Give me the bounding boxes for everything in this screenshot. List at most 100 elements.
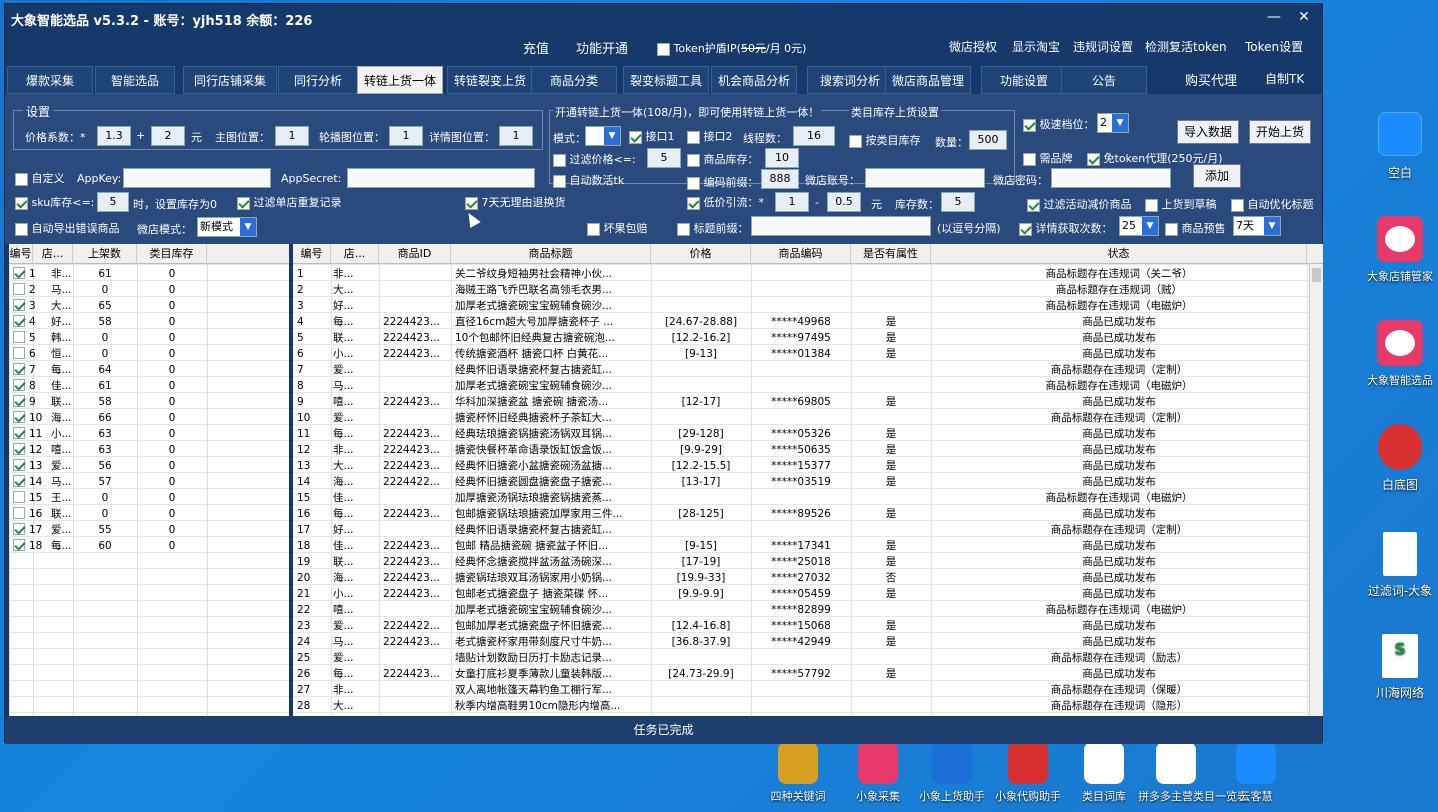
- carousel-input[interactable]: 1: [389, 126, 423, 146]
- main-img-input[interactable]: 1: [275, 126, 309, 146]
- taskbar-shortcut[interactable]: 类目词库: [1066, 742, 1142, 804]
- code-prefix-checkbox[interactable]: [687, 176, 700, 190]
- start-button[interactable]: 开始上货: [1249, 120, 1311, 144]
- table-row[interactable]: 2 大... 海贼王路飞乔巴联名高领毛衣男... 商品标题存在违规词（贼）: [293, 282, 1323, 298]
- table-row[interactable]: 21 小... 2224423... 包邮老式搪瓷盘子 搪瓷菜碟 怀... [9.9-9…: [293, 586, 1323, 602]
- row-checkbox[interactable]: [13, 379, 25, 391]
- tab-3[interactable]: 同行分析: [278, 66, 358, 94]
- table-row[interactable]: 23 爱... 2224422... 包邮加厚老式搪瓷盘子怀旧搪瓷... [12.4-1…: [293, 618, 1323, 634]
- table-row[interactable]: 22 嘻... 加厚老式搪瓷碗宝宝碗辅食碗沙... *****82899 商品标题存在违…: [293, 602, 1323, 618]
- sku-checkbox[interactable]: [15, 196, 28, 210]
- table-row[interactable]: 5 韩... 0 0: [9, 330, 289, 346]
- sku-option[interactable]: sku库存<=:: [15, 194, 94, 210]
- filter-price-input[interactable]: 5: [647, 148, 681, 168]
- token-shield-checkbox[interactable]: [657, 42, 670, 56]
- bad-fruit-checkbox[interactable]: [587, 222, 600, 236]
- table-row[interactable]: 12 嘻... 63 0: [9, 442, 289, 458]
- table-row[interactable]: 8 马... 加厚老式搪瓷碗宝宝碗辅食碗沙... 商品标题存在违规词（电磁炉）: [293, 378, 1323, 394]
- by-cat-option[interactable]: 按类目库存: [849, 132, 921, 148]
- tab-2[interactable]: 同行店铺采集: [183, 66, 277, 94]
- row-checkbox[interactable]: [13, 267, 25, 279]
- low-a-input[interactable]: 1: [775, 192, 809, 212]
- stock-option[interactable]: 商品库存：: [687, 151, 759, 167]
- table-row[interactable]: 3 大... 65 0: [9, 298, 289, 314]
- taskbar-shortcut[interactable]: 四种关键词: [760, 742, 836, 804]
- table-row[interactable]: 12 非... 2224423... 搪瓷快餐杯革命语录饭缸饭盒饭... [9.9-29…: [293, 442, 1323, 458]
- table-row[interactable]: 6 恒... 0 0: [9, 346, 289, 362]
- desktop-icon-elephant-store[interactable]: 大象店铺管家: [1362, 216, 1438, 284]
- row-checkbox[interactable]: [13, 523, 25, 535]
- table-row[interactable]: 8 佳... 61 0: [9, 378, 289, 394]
- table-row[interactable]: 10 海... 66 0: [9, 410, 289, 426]
- detail-input[interactable]: 1: [499, 126, 533, 146]
- low-price-option[interactable]: 低价引流：*: [687, 194, 764, 210]
- column-header[interactable]: 编号: [293, 244, 331, 264]
- column-header[interactable]: 店...: [33, 244, 73, 264]
- column-header[interactable]: 状态: [931, 244, 1307, 264]
- tab-6[interactable]: 商品分类: [531, 66, 617, 94]
- table-row[interactable]: 18 佳... 2224423... 包邮 精品搪瓷碗 搪瓷盆子怀旧... [9-15]…: [293, 538, 1323, 554]
- func-open-link[interactable]: 功能开通: [576, 38, 628, 57]
- table-row[interactable]: 17 好... 经典怀旧语录搪瓷杯复古搪瓷缸... 商品标题存在违规词（定制）: [293, 522, 1323, 538]
- table-row[interactable]: 17 爱... 55 0: [9, 522, 289, 538]
- tab-11[interactable]: 功能设置: [981, 66, 1067, 94]
- code-prefix-input[interactable]: 888: [761, 169, 799, 189]
- presale-option[interactable]: 商品预售: [1165, 220, 1226, 236]
- iface2-checkbox[interactable]: [687, 130, 700, 144]
- speed-checkbox[interactable]: [1023, 118, 1036, 132]
- row-checkbox[interactable]: [13, 427, 25, 439]
- import-button[interactable]: 导入数据: [1177, 120, 1239, 144]
- column-header[interactable]: 商品标题: [451, 244, 651, 264]
- show-taobao-link[interactable]: 显示淘宝: [1012, 38, 1060, 55]
- auto-opt-option[interactable]: 自动优化标题: [1231, 196, 1314, 212]
- column-header[interactable]: 商品编码: [751, 244, 851, 264]
- detail-times-select[interactable]: 25 ▼: [1119, 216, 1159, 236]
- taskbar-shortcut[interactable]: 拼多多主营类目一览表: [1138, 742, 1248, 804]
- desktop-icon-elephant-select[interactable]: 大象智能选品: [1362, 320, 1438, 388]
- table-row[interactable]: 10 爱... 搪瓷杯怀旧经典搪瓷杯子茶缸大... 商品标题存在违规词（定制）: [293, 410, 1323, 426]
- filter-promo-checkbox[interactable]: [1027, 198, 1040, 212]
- auto-export-checkbox[interactable]: [15, 222, 28, 236]
- column-header[interactable]: 上架数: [73, 244, 137, 264]
- store-mode-select[interactable]: 新模式 ▼: [197, 217, 257, 237]
- table-row[interactable]: 13 大... 2224423... 经典怀旧搪瓷小盆搪瓷碗汤盆搪... [12.2-1…: [293, 458, 1323, 474]
- to-draft-option[interactable]: 上货到草稿: [1145, 196, 1217, 212]
- add-button[interactable]: 添加: [1193, 164, 1241, 188]
- tab-7[interactable]: 裂变标题工具: [623, 66, 709, 94]
- tab-10[interactable]: 微店商品管理: [885, 66, 971, 94]
- seven-day-option[interactable]: 7天无理由退换货: [465, 194, 566, 210]
- row-checkbox[interactable]: [13, 395, 25, 407]
- taskbar-shortcut[interactable]: 小象代购助手: [990, 742, 1066, 804]
- iface2-option[interactable]: 接口2: [687, 128, 733, 144]
- desktop-icon-filter-words[interactable]: 过滤词-大象: [1364, 532, 1436, 599]
- tab-12[interactable]: 公告: [1061, 66, 1147, 94]
- mode-select[interactable]: ▼: [585, 126, 621, 146]
- free-token-checkbox[interactable]: [1087, 152, 1100, 166]
- table-row[interactable]: 15 王... 0 0: [9, 490, 289, 506]
- row-checkbox[interactable]: [13, 315, 25, 327]
- table-row[interactable]: 11 小... 63 0: [9, 426, 289, 442]
- column-header[interactable]: 商品ID: [379, 244, 451, 264]
- table-row[interactable]: 25 爱... 墙贴计划数励日历打卡励志记录... 商品标题存在违规词（励志）: [293, 650, 1323, 666]
- detail-times-checkbox[interactable]: [1019, 222, 1032, 236]
- table-row[interactable]: 13 爱... 56 0: [9, 458, 289, 474]
- row-checkbox[interactable]: [13, 331, 25, 343]
- close-button[interactable]: ✕: [1293, 6, 1315, 28]
- filter-price-option[interactable]: 过滤价格<=:: [553, 151, 636, 167]
- title-prefix-input[interactable]: [751, 216, 931, 236]
- presale-select[interactable]: 7天 ▼: [1233, 216, 1281, 236]
- table-row[interactable]: 18 每... 60 0: [9, 538, 289, 554]
- store-pwd-input[interactable]: [1051, 168, 1171, 188]
- column-header[interactable]: 是否有属性: [851, 244, 931, 264]
- table-row[interactable]: 20 海... 2224423... 搪瓷锅珐琅双耳汤锅家用小奶锅... [19.9-3…: [293, 570, 1323, 586]
- filter-promo-option[interactable]: 过滤活动减价商品: [1027, 196, 1132, 212]
- row-checkbox[interactable]: [13, 539, 25, 551]
- iface1-option[interactable]: 接口1: [629, 128, 675, 144]
- row-checkbox[interactable]: [13, 299, 25, 311]
- qty-input[interactable]: 500: [969, 130, 1007, 150]
- shop-table[interactable]: 编号 店... 上架数 类目库存 1 非... 61 0 2 马... 0 0 3 大... 65 0 4 好..…: [9, 244, 289, 716]
- appsecret-input[interactable]: [347, 168, 535, 188]
- table-row[interactable]: 4 每... 2224423... 直径16cm超大号加厚搪瓷杯子 ... [24.67…: [293, 314, 1323, 330]
- violation-set-link[interactable]: 违规词设置: [1073, 38, 1133, 55]
- table-row[interactable]: 27 非... 双人离地帐篷天幕钓鱼工棚行军... 商品标题存在违规词（保暖）: [293, 682, 1323, 698]
